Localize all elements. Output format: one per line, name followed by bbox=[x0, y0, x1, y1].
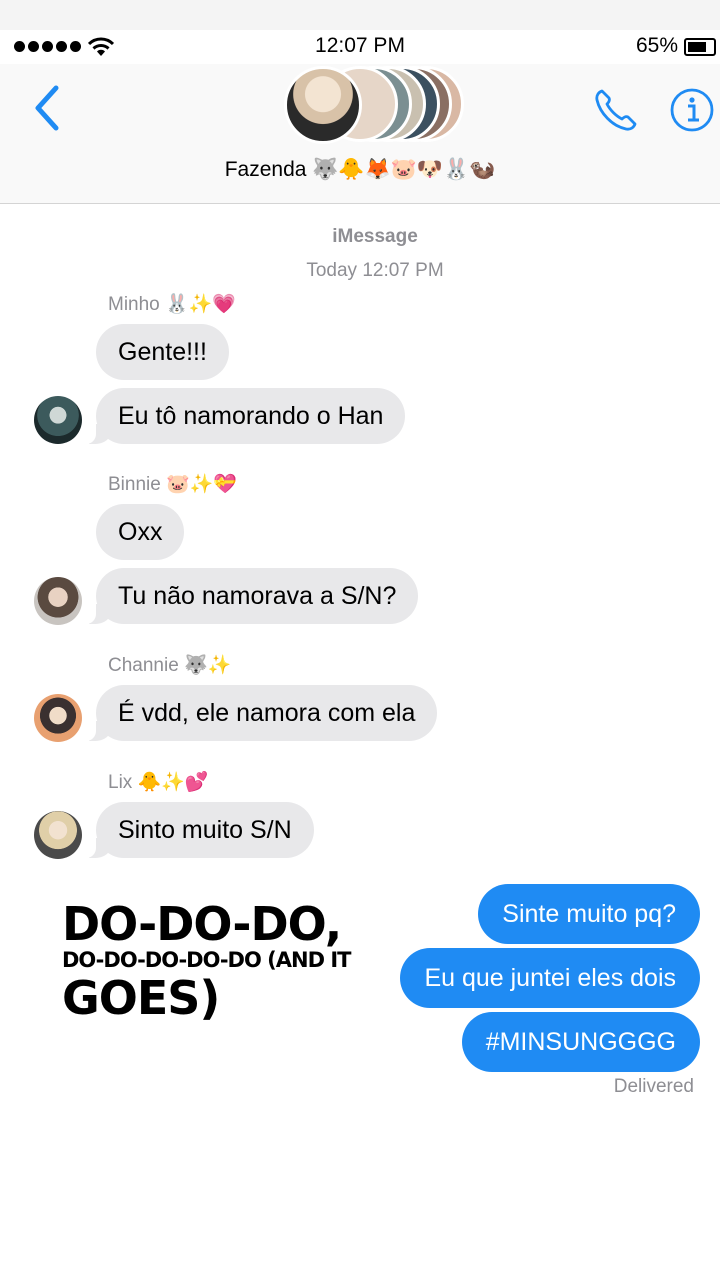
status-time: 12:07 PM bbox=[315, 34, 405, 57]
lyric-line: GOES) bbox=[62, 971, 220, 1025]
top-band bbox=[0, 0, 720, 30]
lyric-line: DO-DO-DO, bbox=[62, 897, 342, 951]
outgoing-message[interactable]: Eu que juntei eles dois bbox=[400, 948, 700, 1008]
incoming-message[interactable]: É vdd, ele namora com ela bbox=[83, 685, 438, 741]
group-avatar-stack[interactable] bbox=[284, 64, 464, 144]
sender-name: Minho 🐰✨💗 bbox=[108, 294, 236, 315]
incoming-message[interactable]: Oxx bbox=[96, 504, 185, 560]
incoming-message[interactable]: Eu tô namorando o Han bbox=[83, 388, 406, 444]
lyric-line: DO-DO-DO-DO-DO (AND IT bbox=[62, 948, 351, 972]
thread-timestamp: Today 12:07 PM bbox=[306, 260, 444, 281]
outgoing-message[interactable]: #MINSUNGGGG bbox=[461, 1012, 700, 1072]
sender-name: Lix 🐥✨💕 bbox=[108, 772, 209, 793]
call-button[interactable] bbox=[592, 86, 640, 134]
avatar[interactable] bbox=[34, 577, 82, 625]
back-button[interactable] bbox=[28, 82, 68, 134]
info-icon bbox=[670, 88, 714, 132]
status-bar: 12:07 PM 65% bbox=[0, 30, 720, 64]
phone-icon bbox=[595, 89, 637, 131]
outgoing-message[interactable]: Sinte muito pq? bbox=[478, 884, 700, 944]
battery-icon bbox=[684, 38, 716, 56]
delivered-status: Delivered bbox=[613, 1076, 694, 1097]
group-name[interactable]: Fazenda 🐺🐥🦊🐷🐶🐰🦦 bbox=[0, 158, 720, 182]
chevron-left-icon bbox=[35, 85, 59, 131]
avatar[interactable] bbox=[34, 694, 82, 742]
conversation-header: Fazenda 🐺🐥🦊🐷🐶🐰🦦 bbox=[0, 64, 720, 204]
info-button[interactable] bbox=[668, 86, 716, 134]
avatar[interactable] bbox=[34, 811, 82, 859]
avatar[interactable] bbox=[34, 396, 82, 444]
incoming-message[interactable]: Tu não namorava a S/N? bbox=[83, 568, 419, 624]
service-label: iMessage bbox=[332, 226, 418, 247]
sender-name: Channie 🐺✨ bbox=[108, 655, 232, 676]
lyrics-overlay: DO-DO-DO, DO-DO-DO-DO-DO (AND IT GOES) bbox=[62, 897, 351, 1025]
incoming-message[interactable]: Sinto muito S/N bbox=[84, 802, 314, 858]
sender-name: Binnie 🐷✨💝 bbox=[108, 474, 238, 495]
battery-percent: 65% bbox=[635, 34, 678, 57]
group-avatar-main bbox=[284, 66, 362, 144]
incoming-message[interactable]: Gente!!! bbox=[96, 324, 229, 380]
